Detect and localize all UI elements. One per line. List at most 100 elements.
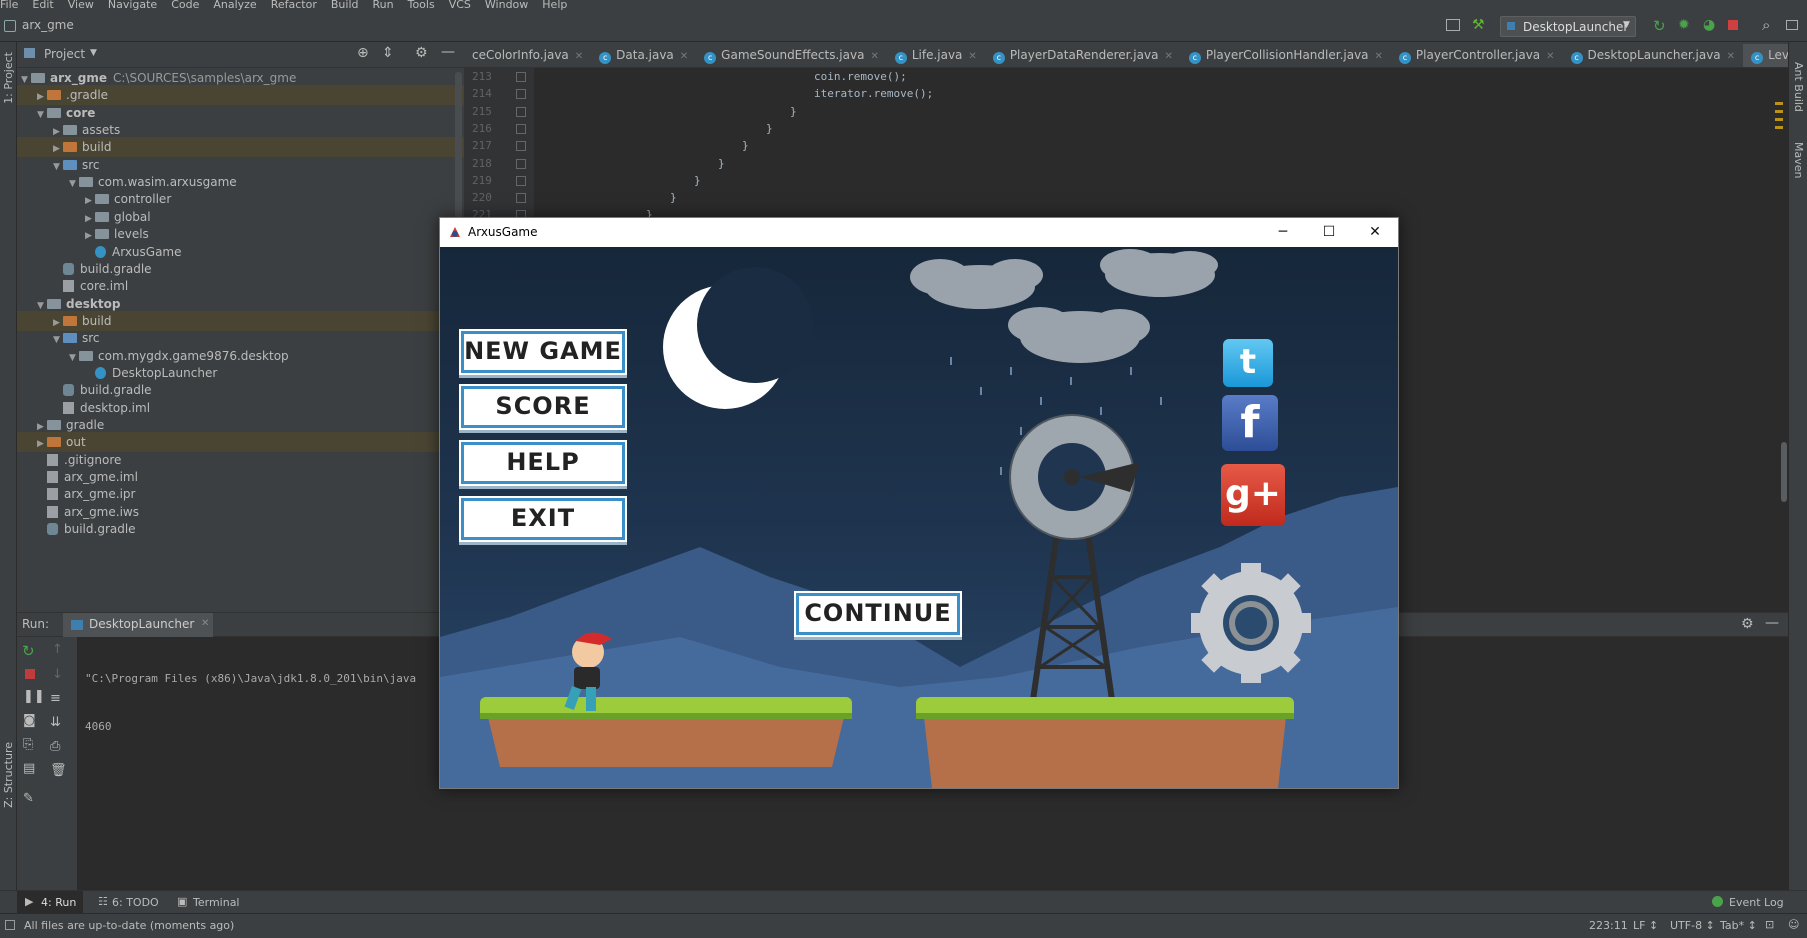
maven-label[interactable]: Maven bbox=[1792, 142, 1805, 178]
scroll-end-icon[interactable]: ⇊ bbox=[50, 715, 61, 730]
menu-edit[interactable]: Edit bbox=[32, 0, 53, 11]
close-icon[interactable]: ✕ bbox=[1352, 218, 1398, 247]
status-toggle-icon[interactable] bbox=[5, 920, 15, 930]
facebook-icon[interactable]: f bbox=[1222, 395, 1278, 451]
editor-tab[interactable]: cLevelTwo.java✕ bbox=[1743, 44, 1788, 67]
close-icon[interactable]: ✕ bbox=[575, 51, 583, 62]
menu-file[interactable]: File bbox=[0, 0, 18, 11]
fold-marker-icon[interactable] bbox=[516, 158, 526, 169]
down-arrow-icon[interactable]: ↓ bbox=[52, 667, 63, 682]
fold-marker-icon[interactable] bbox=[516, 175, 526, 186]
inspector-icon[interactable]: ☺ bbox=[1788, 918, 1799, 931]
settings-gear-icon[interactable] bbox=[1191, 563, 1311, 683]
project-tool-label[interactable]: 1: Project bbox=[2, 52, 15, 104]
layout-icon[interactable]: ▤ bbox=[23, 761, 35, 776]
terminal-tool-tab[interactable]: Terminal bbox=[193, 896, 240, 909]
layout-icon[interactable] bbox=[1446, 19, 1460, 31]
project-view-title[interactable]: Project bbox=[44, 47, 85, 61]
score-button[interactable]: SCORE bbox=[461, 386, 625, 428]
close-icon[interactable]: ✕ bbox=[968, 51, 976, 62]
line-separator[interactable]: LF ↕ bbox=[1633, 919, 1658, 932]
up-arrow-icon[interactable]: ↑ bbox=[52, 642, 63, 657]
window-icon[interactable] bbox=[1786, 20, 1798, 30]
close-icon[interactable]: ✕ bbox=[1546, 51, 1554, 62]
fold-marker-icon[interactable] bbox=[516, 193, 526, 204]
fold-marker-icon[interactable] bbox=[516, 89, 526, 100]
stop-icon[interactable] bbox=[1728, 20, 1738, 30]
pin-icon[interactable]: ✎ bbox=[23, 791, 34, 806]
twitter-icon[interactable]: t bbox=[1223, 339, 1273, 387]
structure-tool-label[interactable]: Z: Structure bbox=[2, 742, 15, 808]
menu-view[interactable]: View bbox=[68, 0, 94, 11]
tree-item[interactable]: build.gradle bbox=[17, 519, 477, 539]
run-config-select[interactable]: DesktopLauncher ▼ bbox=[1500, 16, 1636, 37]
editor-tab[interactable]: c GameSoundEffects.java ✕ bbox=[696, 42, 887, 67]
close-icon[interactable]: ✕ bbox=[680, 51, 688, 62]
editor-tab[interactable]: c PlayerCollisionHandler.java ✕ bbox=[1181, 42, 1391, 67]
stop-icon[interactable] bbox=[25, 669, 35, 679]
chevron-down-icon[interactable]: ▼ bbox=[90, 48, 97, 58]
menu-code[interactable]: Code bbox=[171, 0, 199, 11]
pause-icon[interactable]: ❚❚ bbox=[23, 689, 45, 704]
caret-position[interactable]: 223:11 bbox=[1589, 919, 1628, 932]
close-icon[interactable]: ✕ bbox=[1727, 51, 1735, 62]
minimize-icon[interactable]: ─ bbox=[1260, 218, 1306, 247]
run-tool-tab[interactable]: ▶ 4: Run bbox=[17, 891, 83, 914]
camera-icon[interactable]: ◙ bbox=[23, 713, 36, 728]
todo-tool-tab[interactable]: 6: TODO bbox=[112, 896, 159, 909]
close-icon[interactable]: ✕ bbox=[201, 618, 209, 629]
soft-wrap-icon[interactable]: ≡ bbox=[50, 691, 61, 706]
menu-refactor[interactable]: Refactor bbox=[271, 0, 317, 11]
close-icon[interactable]: ✕ bbox=[1164, 51, 1172, 62]
menu-navigate[interactable]: Navigate bbox=[108, 0, 157, 11]
editor-tab[interactable]: c Data.java ✕ bbox=[591, 42, 696, 67]
print-icon[interactable]: ⎙ bbox=[50, 739, 60, 754]
lock-icon[interactable]: ⊡ bbox=[1765, 918, 1774, 931]
exit-button[interactable]: EXIT bbox=[461, 498, 625, 540]
menu-run[interactable]: Run bbox=[373, 0, 394, 11]
menu-analyze[interactable]: Analyze bbox=[213, 0, 256, 11]
ant-build-label[interactable]: Ant Build bbox=[1792, 62, 1805, 112]
event-log-tab[interactable]: Event Log bbox=[1729, 896, 1784, 909]
editor-tab[interactable]: c PlayerDataRenderer.java ✕ bbox=[985, 42, 1181, 67]
menu-build[interactable]: Build bbox=[331, 0, 359, 11]
fold-marker-icon[interactable] bbox=[516, 106, 526, 117]
gear-icon[interactable]: ⚙ bbox=[1741, 616, 1754, 632]
debug-bug-icon[interactable]: ✹ bbox=[1678, 17, 1690, 33]
minimize-panel-icon[interactable]: — bbox=[441, 44, 455, 60]
maximize-icon[interactable]: ☐ bbox=[1306, 218, 1352, 247]
collapse-all-icon[interactable]: ⇕ bbox=[382, 45, 394, 61]
gear-icon[interactable]: ⚙ bbox=[415, 45, 428, 61]
search-icon[interactable]: ⌕ bbox=[1762, 16, 1770, 34]
file-encoding[interactable]: UTF-8 ↕ bbox=[1670, 919, 1715, 932]
continue-button[interactable]: CONTINUE bbox=[796, 593, 960, 635]
menu-help[interactable]: Help bbox=[542, 0, 567, 11]
new-game-button[interactable]: NEW GAME bbox=[461, 331, 625, 373]
googleplus-icon[interactable]: g+ bbox=[1221, 464, 1285, 526]
run-tab[interactable]: DesktopLauncher ✕ bbox=[63, 613, 213, 637]
coverage-icon[interactable]: ◕ bbox=[1703, 17, 1715, 33]
menu-window[interactable]: Window bbox=[485, 0, 528, 11]
editor-tab[interactable]: c PlayerController.java ✕ bbox=[1391, 42, 1563, 67]
close-icon[interactable]: ✕ bbox=[1375, 51, 1383, 62]
editor-scrollbar[interactable] bbox=[1781, 442, 1787, 502]
fold-marker-icon[interactable] bbox=[516, 72, 526, 82]
close-icon[interactable]: ✕ bbox=[870, 51, 878, 62]
rerun-icon[interactable]: ↻ bbox=[1653, 17, 1666, 35]
editor-tab[interactable]: c Life.java ✕ bbox=[887, 42, 985, 67]
editor-tab[interactable]: ceColorInfo.java ✕ bbox=[464, 42, 591, 67]
help-button[interactable]: HELP bbox=[461, 442, 625, 484]
menu-tools[interactable]: Tools bbox=[408, 0, 435, 11]
game-window-titlebar[interactable]: ArxusGame ─ ☐ ✕ bbox=[440, 218, 1398, 247]
trash-icon[interactable]: 🗑 bbox=[50, 763, 67, 778]
console-output[interactable]: "C:\Program Files (x86)\Java\jdk1.8.0_20… bbox=[85, 639, 416, 767]
indent-setting[interactable]: Tab* ↕ bbox=[1720, 919, 1757, 932]
breadcrumb-project[interactable]: arx_gme bbox=[22, 18, 74, 32]
menu-vcs[interactable]: VCS bbox=[449, 0, 471, 11]
editor-tab[interactable]: c DesktopLauncher.java ✕ bbox=[1563, 42, 1744, 67]
locate-icon[interactable]: ⊕ bbox=[357, 45, 369, 61]
rerun-icon[interactable]: ↻ bbox=[22, 642, 35, 660]
fold-marker-icon[interactable] bbox=[516, 141, 526, 152]
minimize-panel-icon[interactable]: — bbox=[1765, 615, 1779, 631]
restore-layout-icon[interactable]: ⎘ bbox=[23, 737, 33, 752]
